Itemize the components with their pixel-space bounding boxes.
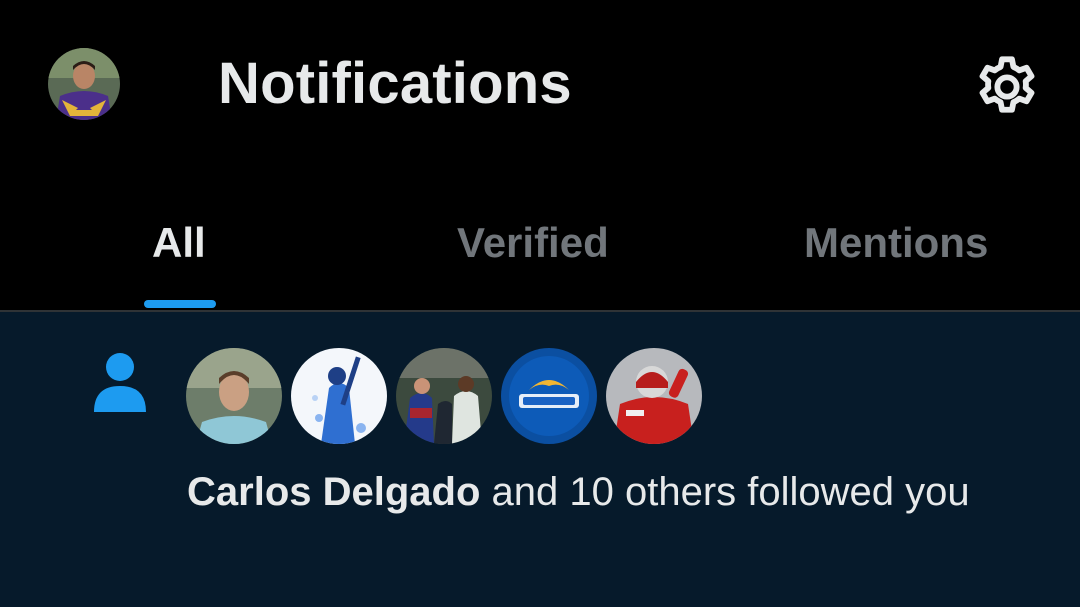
actor-name[interactable]: Carlos Delgado xyxy=(187,470,480,514)
follower-avatar-1[interactable] xyxy=(186,348,282,444)
notification-tabs: All Verified Mentions xyxy=(0,175,1080,311)
tab-mentions-label: Mentions xyxy=(804,219,989,266)
notification-message-rest: and 10 others followed you xyxy=(480,470,970,514)
person-icon xyxy=(92,352,148,414)
follow-notification[interactable]: Carlos Delgado and 10 others followed yo… xyxy=(0,312,1080,607)
tab-all[interactable]: All xyxy=(0,175,360,311)
follower-avatar-5[interactable] xyxy=(606,348,702,444)
settings-button[interactable] xyxy=(972,52,1042,122)
notification-message: Carlos Delgado and 10 others followed yo… xyxy=(187,462,1027,522)
tab-verified-label: Verified xyxy=(457,219,609,266)
user-avatar-image xyxy=(48,48,120,120)
tab-verified[interactable]: Verified xyxy=(360,175,720,311)
top-app-bar: Notifications xyxy=(0,0,1080,175)
active-tab-indicator xyxy=(144,300,216,308)
gear-icon xyxy=(979,56,1035,113)
page-title: Notifications xyxy=(218,51,572,116)
follower-avatar-3[interactable] xyxy=(396,348,492,444)
follower-avatar-4[interactable] xyxy=(501,348,597,444)
tab-all-label: All xyxy=(152,219,206,266)
tab-mentions[interactable]: Mentions xyxy=(720,175,1080,311)
profile-avatar[interactable] xyxy=(48,48,120,120)
follower-avatar-2[interactable] xyxy=(291,348,387,444)
